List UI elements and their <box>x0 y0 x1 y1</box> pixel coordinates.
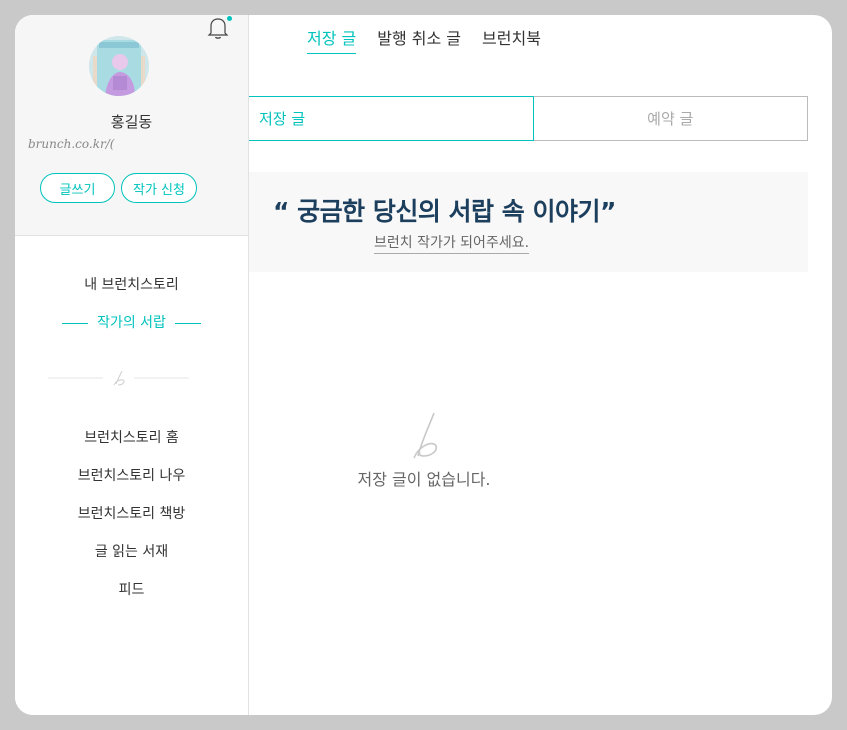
profile-actions: 글쓰기 작가 신청 <box>40 173 197 203</box>
tab-brunchbook[interactable]: 브런치북 <box>482 25 541 54</box>
notification-button[interactable] <box>207 16 232 44</box>
writer-promo-banner: “ 궁금한 당신의 서랍 속 이야기” 브런치 작가가 되어주세요. <box>249 172 808 272</box>
empty-state: 저장 글이 없습니다. <box>249 410 599 490</box>
segment-saved-button[interactable]: 저장 글 <box>249 96 534 141</box>
brunch-divider <box>48 370 189 386</box>
user-brunch-url[interactable]: brunch.co.kr/( <box>28 137 114 151</box>
apply-writer-button[interactable]: 작가 신청 <box>121 173 197 203</box>
bell-icon <box>207 18 229 39</box>
promo-headline: “ 궁금한 당신의 서랍 속 이야기” <box>273 197 616 226</box>
brunch-logo-icon <box>413 412 438 459</box>
segment-scheduled-button[interactable]: 예약 글 <box>533 96 808 141</box>
sidebar-item-bookstore[interactable]: 브런치스토리 책방 <box>15 503 248 523</box>
sidebar-item-now[interactable]: 브런치스토리 나우 <box>15 465 248 485</box>
sidebar-item-my-brunchstory[interactable]: 내 브런치스토리 <box>15 274 248 294</box>
tab-saved-posts[interactable]: 저장 글 <box>307 25 357 54</box>
active-line-right <box>174 322 201 324</box>
sidebar-item-writer-drawer[interactable]: 작가의 서랍 <box>15 312 248 332</box>
sidebar-drawer: 홍길동 brunch.co.kr/( 글쓰기 작가 신청 내 브런치스토리 작가… <box>15 15 249 715</box>
write-button[interactable]: 글쓰기 <box>40 173 115 203</box>
profile-panel: 홍길동 brunch.co.kr/( 글쓰기 작가 신청 <box>15 15 248 236</box>
sidebar-item-home[interactable]: 브런치스토리 홈 <box>15 427 248 447</box>
sidebar-item-label: 작가의 서랍 <box>97 315 166 331</box>
sidebar-item-feed[interactable]: 피드 <box>15 579 248 599</box>
active-line-left <box>62 322 89 324</box>
empty-message: 저장 글이 없습니다. <box>357 470 491 489</box>
post-type-segment: 저장 글 예약 글 <box>249 96 808 141</box>
sidebar-item-reading-library[interactable]: 글 읽는 서재 <box>15 541 248 561</box>
top-tab-bar: 저장 글 발행 취소 글 브런치북 <box>307 25 541 54</box>
notification-dot <box>227 16 232 21</box>
user-name: 홍길동 <box>110 113 153 131</box>
avatar[interactable] <box>89 36 149 96</box>
drawer-page-card: 저장 글 발행 취소 글 브런치북 저장 글 예약 글 “ 궁금한 당신의 서랍… <box>15 15 832 715</box>
become-writer-link[interactable]: 브런치 작가가 되어주세요. <box>374 232 530 254</box>
tab-unpublished-posts[interactable]: 발행 취소 글 <box>377 25 461 54</box>
